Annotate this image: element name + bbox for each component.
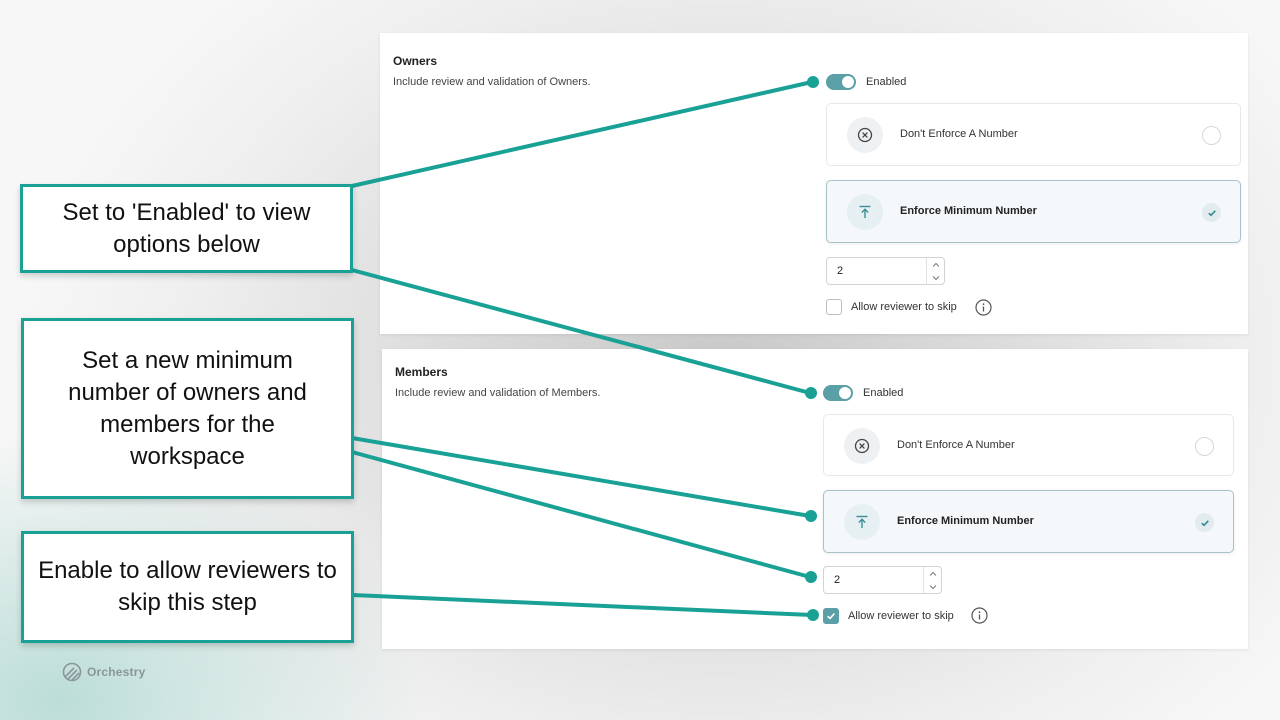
owners-toggle-label: Enabled: [866, 76, 907, 88]
owners-minimum-input[interactable]: 2: [826, 257, 945, 285]
members-minimum-stepper[interactable]: [923, 567, 941, 593]
members-option-enforce-minimum-label: Enforce Minimum Number: [897, 515, 1034, 527]
arrow-up-to-line-icon: [844, 504, 880, 540]
callout-skip: Enable to allow reviewers to skip this s…: [21, 531, 354, 643]
checkmark-icon[interactable]: [1202, 203, 1221, 222]
owners-option-dont-enforce-radio[interactable]: [1202, 126, 1221, 145]
members-description: Include review and validation of Members…: [395, 387, 601, 399]
owners-minimum-stepper[interactable]: [926, 258, 944, 284]
toggle-knob: [839, 387, 851, 399]
info-icon[interactable]: [975, 299, 992, 316]
members-enabled-toggle[interactable]: [823, 385, 853, 401]
circle-x-icon: [847, 117, 883, 153]
chevron-up-icon[interactable]: [924, 567, 941, 580]
members-option-dont-enforce[interactable]: Don't Enforce A Number: [823, 414, 1234, 476]
owners-enabled-toggle[interactable]: [826, 74, 856, 90]
members-option-enforce-minimum[interactable]: Enforce Minimum Number: [823, 490, 1234, 553]
owners-allow-skip-checkbox[interactable]: [826, 299, 842, 315]
owners-minimum-value[interactable]: 2: [837, 265, 843, 277]
owners-option-enforce-minimum[interactable]: Enforce Minimum Number: [826, 180, 1241, 243]
owners-panel: Owners Include review and validation of …: [380, 33, 1248, 334]
members-allow-skip-checkbox[interactable]: [823, 608, 839, 624]
arrow-up-to-line-icon: [847, 194, 883, 230]
callout-enabled: Set to 'Enabled' to view options below: [20, 184, 353, 273]
owners-description: Include review and validation of Owners.: [393, 76, 591, 88]
orchestry-logo-text: Orchestry: [87, 665, 146, 679]
circle-x-icon: [844, 428, 880, 464]
callout-enabled-text: Set to 'Enabled' to view options below: [62, 198, 311, 258]
checkmark-icon[interactable]: [1195, 513, 1214, 532]
toggle-knob: [842, 76, 854, 88]
owners-option-dont-enforce[interactable]: Don't Enforce A Number: [826, 103, 1241, 166]
owners-option-enforce-minimum-label: Enforce Minimum Number: [900, 205, 1037, 217]
members-panel: Members Include review and validation of…: [382, 349, 1248, 649]
callout-minimum-text: Set a new minimum number of owners and m…: [68, 346, 307, 470]
members-minimum-value[interactable]: 2: [834, 574, 840, 586]
chevron-down-icon[interactable]: [924, 580, 941, 593]
owners-title: Owners: [393, 54, 438, 68]
checkmark-icon: [827, 613, 835, 620]
members-allow-skip-label: Allow reviewer to skip: [848, 610, 954, 622]
members-option-dont-enforce-label: Don't Enforce A Number: [897, 439, 1015, 451]
members-title: Members: [395, 365, 448, 379]
callout-skip-text: Enable to allow reviewers to skip this s…: [38, 557, 337, 616]
owners-allow-skip-label: Allow reviewer to skip: [851, 301, 957, 313]
owners-option-dont-enforce-label: Don't Enforce A Number: [900, 128, 1018, 140]
orchestry-logo: Orchestry: [62, 662, 146, 682]
callout-minimum: Set a new minimum number of owners and m…: [21, 318, 354, 499]
members-minimum-input[interactable]: 2: [823, 566, 942, 594]
chevron-down-icon[interactable]: [927, 271, 944, 284]
orchestry-logo-icon: [62, 662, 82, 682]
members-toggle-label: Enabled: [863, 387, 904, 399]
info-icon[interactable]: [971, 607, 988, 624]
members-option-dont-enforce-radio[interactable]: [1195, 437, 1214, 456]
chevron-up-icon[interactable]: [927, 258, 944, 271]
